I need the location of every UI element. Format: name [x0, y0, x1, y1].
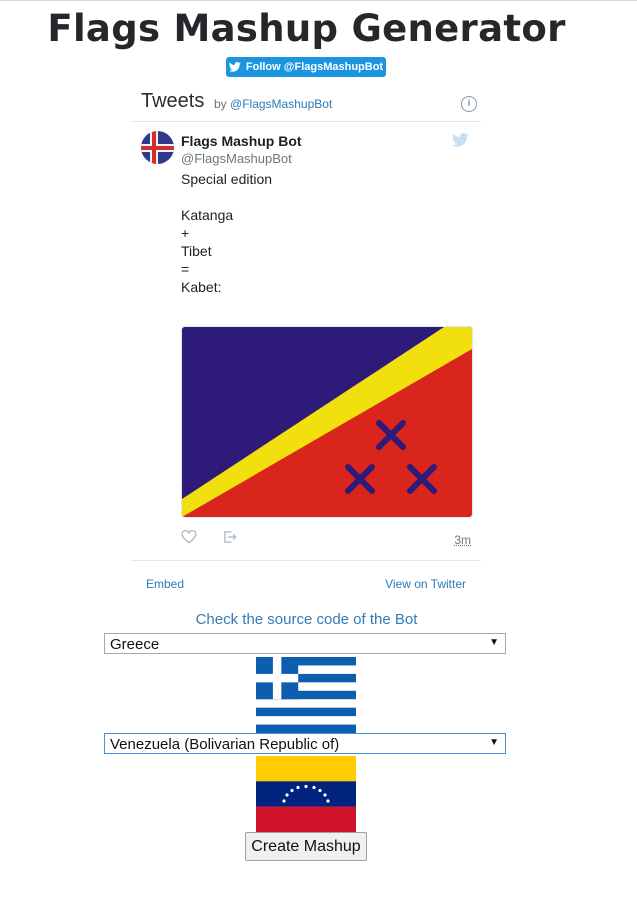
tweet-author[interactable]: Flags Mashup Bot — [181, 133, 302, 149]
timeline-header: Tweets by @FlagsMashupBot i — [141, 88, 477, 118]
follow-button-label: Follow @FlagsMashupBot — [245, 61, 384, 73]
dropdown-arrow-icon: ▼ — [489, 737, 499, 748]
twitter-bird-icon[interactable] — [452, 133, 469, 147]
tweet-handle[interactable]: @FlagsMashupBot — [181, 151, 292, 166]
timeline-by-handle-link[interactable]: @FlagsMashupBot — [230, 97, 332, 111]
tweet-line — [181, 188, 272, 206]
share-icon[interactable] — [222, 530, 238, 544]
faroe-style-flag-avatar — [141, 131, 174, 164]
country-select-2[interactable]: Venezuela (Bolivarian Republic of) ▼ — [104, 733, 506, 754]
timeline-by-prefix: by — [214, 97, 227, 111]
venezuela-flag-image — [256, 756, 356, 832]
top-border — [0, 0, 637, 1]
timeline-title: Tweets — [141, 90, 205, 112]
heart-icon[interactable] — [181, 530, 197, 544]
create-mashup-button[interactable]: Create Mashup — [245, 832, 367, 861]
tweet-line: = — [181, 261, 190, 277]
tweet-line: Katanga — [181, 207, 234, 223]
tweet-line: Kabet: — [181, 279, 222, 295]
tweet-line: + — [181, 225, 190, 241]
twitter-bird-icon — [228, 62, 241, 72]
tweet-timestamp[interactable]: 3m — [454, 533, 471, 547]
country-select-1[interactable]: Greece ▼ — [104, 633, 506, 654]
country-select-2-value: Venezuela (Bolivarian Republic of) — [110, 736, 340, 753]
tweet-image-mashup-flag[interactable] — [181, 326, 473, 518]
embed-link[interactable]: Embed — [146, 577, 184, 591]
tweet-line: Special edition — [181, 171, 273, 187]
view-on-twitter-link[interactable]: View on Twitter — [385, 577, 466, 591]
info-icon[interactable]: i — [461, 96, 477, 112]
tweet-text: Special edition Katanga + Tibet = Kabet: — [181, 170, 272, 296]
tweet-line: Tibet — [181, 243, 212, 259]
greece-flag-image — [256, 657, 356, 733]
follow-button[interactable]: Follow @FlagsMashupBot — [226, 57, 386, 77]
country-select-1-value: Greece — [110, 636, 160, 653]
source-code-link[interactable]: Check the source code of the Bot — [0, 611, 613, 628]
timeline-by: by @FlagsMashupBot — [214, 97, 332, 111]
avatar[interactable] — [141, 131, 174, 164]
page-title: Flags Mashup Generator — [47, 7, 566, 50]
divider — [131, 560, 481, 561]
divider — [131, 121, 481, 122]
dropdown-arrow-icon: ▼ — [489, 637, 499, 648]
